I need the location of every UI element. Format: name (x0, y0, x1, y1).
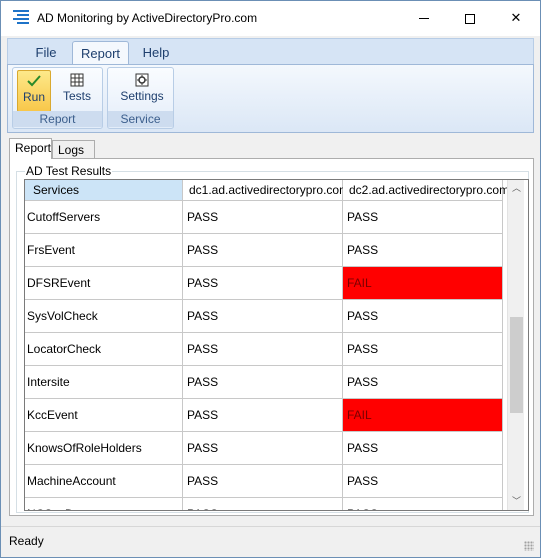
run-button-label: Run (22, 90, 45, 104)
ribbon-group-service: Settings Service (107, 67, 174, 129)
checkmark-icon (27, 75, 41, 87)
dc1-result-cell[interactable]: PASS (183, 399, 343, 432)
settings-icon (135, 73, 149, 87)
dc1-result-cell[interactable]: PASS (183, 366, 343, 399)
service-name-cell[interactable]: CutoffServers (25, 201, 183, 234)
table-row[interactable]: CutoffServers PASS PASS (25, 201, 503, 234)
table-row[interactable]: FrsEvent PASS PASS (25, 234, 503, 267)
scrollbar-thumb[interactable] (510, 317, 523, 413)
table-row[interactable]: DFSREvent PASS FAIL (25, 267, 503, 300)
minimize-icon (419, 18, 429, 20)
menu-tab-file[interactable]: File (26, 41, 66, 66)
tab-report[interactable]: Report (9, 138, 52, 159)
dc2-result-cell[interactable]: PASS (343, 366, 503, 399)
run-button[interactable]: Run (17, 70, 51, 112)
service-name-cell[interactable]: FrsEvent (25, 234, 183, 267)
chevron-up-icon[interactable]: ︿ (508, 180, 525, 197)
close-button[interactable]: ✕ (493, 1, 539, 35)
ribbon-group-report: Run Tests Report (12, 67, 103, 129)
app-list-icon (13, 10, 29, 26)
dc2-result-cell[interactable]: PASS (343, 300, 503, 333)
dc1-result-cell[interactable]: PASS (183, 333, 343, 366)
app-window: AD Monitoring by ActiveDirectoryPro.com … (0, 0, 541, 558)
menu-tab-report[interactable]: Report (72, 41, 129, 66)
dc1-result-cell[interactable]: PASS (183, 498, 343, 510)
tests-button-label: Tests (62, 89, 91, 103)
table-row[interactable]: KccEvent PASS FAIL (25, 399, 503, 432)
dc1-result-cell[interactable]: PASS (183, 201, 343, 234)
ribbon: Run Tests Report Settings Service (7, 64, 534, 133)
dc2-result-cell[interactable]: PASS (343, 498, 503, 510)
dc1-result-cell[interactable]: PASS (183, 465, 343, 498)
settings-button-label: Settings (120, 89, 164, 103)
maximize-button[interactable] (447, 1, 493, 35)
menu-tab-strip: File Report Help (7, 38, 534, 66)
grid-header: Services dc1.ad.activedirectorypro.com d… (25, 180, 513, 201)
service-name-cell[interactable]: KnowsOfRoleHolders (25, 432, 183, 465)
service-name-cell[interactable]: LocatorCheck (25, 333, 183, 366)
table-row[interactable]: MachineAccount PASS PASS (25, 465, 503, 498)
column-header-services[interactable]: Services (25, 180, 183, 201)
table-row[interactable]: LocatorCheck PASS PASS (25, 333, 503, 366)
service-name-cell[interactable]: MachineAccount (25, 465, 183, 498)
status-bar: Ready (1, 526, 540, 557)
dc2-result-cell[interactable]: PASS (343, 465, 503, 498)
report-panel: AD Test Results Services dc1.ad.activedi… (9, 158, 534, 516)
title-bar: AD Monitoring by ActiveDirectoryPro.com … (1, 1, 540, 36)
status-text: Ready (9, 534, 44, 548)
minimize-button[interactable] (401, 1, 447, 35)
dc2-result-cell[interactable]: PASS (343, 201, 503, 234)
dc2-result-cell[interactable]: PASS (343, 333, 503, 366)
settings-button[interactable]: Settings (114, 70, 170, 112)
grid-icon (70, 73, 84, 87)
service-name-cell[interactable]: SysVolCheck (25, 300, 183, 333)
dc2-result-cell[interactable]: FAIL (343, 399, 503, 432)
ribbon-group-label-service: Service (108, 111, 173, 127)
dc2-result-cell[interactable]: PASS (343, 432, 503, 465)
column-header-dc2[interactable]: dc2.ad.activedirectorypro.com (343, 180, 509, 201)
dc2-result-cell[interactable]: PASS (343, 234, 503, 267)
dc1-result-cell[interactable]: PASS (183, 267, 343, 300)
service-name-cell[interactable]: DFSREvent (25, 267, 183, 300)
table-row[interactable]: SysVolCheck PASS PASS (25, 300, 503, 333)
column-header-dc1[interactable]: dc1.ad.activedirectorypro.com (183, 180, 349, 201)
window-title: AD Monitoring by ActiveDirectoryPro.com (37, 11, 258, 25)
dc1-result-cell[interactable]: PASS (183, 432, 343, 465)
results-grid[interactable]: Services dc1.ad.activedirectorypro.com d… (24, 179, 529, 511)
maximize-icon (465, 13, 475, 24)
dc1-result-cell[interactable]: PASS (183, 234, 343, 267)
results-group-title: AD Test Results (25, 164, 113, 178)
ribbon-group-label-report: Report (13, 111, 102, 127)
chevron-down-icon[interactable]: ﹀ (508, 493, 525, 510)
close-icon: ✕ (510, 10, 522, 25)
service-name-cell[interactable]: NCSecDesc (25, 498, 183, 510)
service-name-cell[interactable]: Intersite (25, 366, 183, 399)
table-row[interactable]: NCSecDescPASSPASS (25, 498, 503, 510)
grid-rows: CutoffServers PASS PASS FrsEvent PASS PASS DFS… (25, 201, 503, 510)
vertical-scrollbar[interactable]: ︿ ﹀ (507, 180, 524, 510)
service-name-cell[interactable]: KccEvent (25, 399, 183, 432)
resize-grip-icon[interactable] (524, 541, 534, 551)
menu-tab-help[interactable]: Help (134, 41, 178, 66)
tests-button[interactable]: Tests (55, 70, 99, 112)
table-row[interactable]: Intersite PASS PASS (25, 366, 503, 399)
dc2-result-cell[interactable]: FAIL (343, 267, 503, 300)
dc1-result-cell[interactable]: PASS (183, 300, 343, 333)
table-row[interactable]: KnowsOfRoleHolders PASS PASS (25, 432, 503, 465)
tab-logs[interactable]: Logs (52, 140, 95, 158)
